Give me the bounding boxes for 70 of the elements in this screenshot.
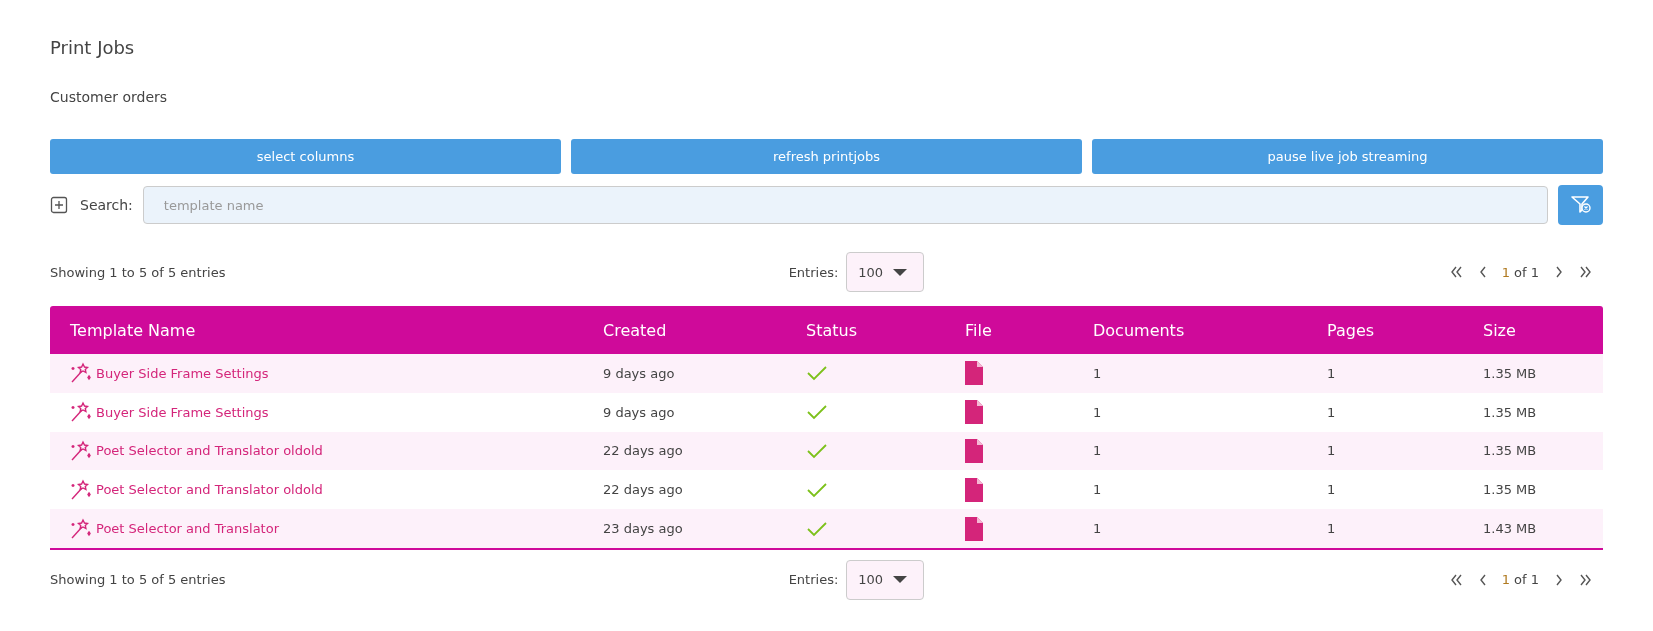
column-header[interactable]: Template Name	[50, 320, 583, 340]
table-cell-text: 1	[1092, 404, 1103, 420]
table-cell-text: 1	[1326, 482, 1337, 498]
file-icon[interactable]	[965, 477, 983, 502]
table-cell-text: 9 days ago	[602, 365, 676, 381]
page-title: Print Jobs	[50, 36, 136, 60]
table-cell-text: 1	[1092, 443, 1103, 459]
page-subtitle: Customer orders	[50, 88, 169, 106]
caret-icon	[892, 575, 908, 585]
action-button[interactable]: refresh printjobs	[571, 139, 1082, 174]
entries-label: Entries:	[788, 572, 839, 588]
entries-dropdown[interactable]: 100	[846, 560, 925, 600]
caret-icon	[892, 267, 908, 277]
file-icon[interactable]	[965, 439, 983, 463]
entries-label: Entries:	[788, 264, 839, 280]
magic-wand-icon	[70, 440, 92, 462]
action-button[interactable]: select columns	[50, 139, 561, 174]
table-row[interactable]: Poet Selector and Translator 23 days ago 1 1 1.43 MB	[50, 509, 1603, 548]
table-cell-text: 1.43 MB	[1482, 521, 1538, 537]
search-field[interactable]: template name	[142, 186, 1548, 224]
table-cell-text: 1.35 MB	[1482, 365, 1538, 381]
template-link[interactable]: Poet Selector and Translator	[96, 521, 279, 537]
entries-summary: Showing 1 to 5 of 5 entries	[50, 572, 226, 588]
table-cell-text: 9 days ago	[602, 404, 676, 420]
page-number: 1	[1501, 572, 1511, 588]
entries-summary: Showing 1 to 5 of 5 entries	[50, 264, 226, 280]
table-cell-text: 1	[1326, 404, 1337, 420]
file-icon[interactable]	[965, 516, 983, 541]
table-cell-text: 1.35 MB	[1482, 404, 1538, 420]
table-cell-text: 1	[1326, 443, 1337, 459]
column-header[interactable]: File	[945, 320, 1073, 340]
magic-wand-icon	[70, 517, 92, 540]
search-label: Search:	[80, 197, 133, 213]
table-cell-text: 22 days ago	[602, 443, 684, 459]
template-link[interactable]: Poet Selector and Translator oldold	[96, 443, 323, 459]
column-header[interactable]: Created	[583, 320, 786, 340]
table-row[interactable]: Buyer Side Frame Settings 9 days ago 1 1 1.35 MB	[50, 392, 1603, 432]
magic-wand-icon	[70, 478, 92, 501]
magic-wand-icon	[70, 401, 92, 424]
clear-filter-button[interactable]	[1558, 185, 1603, 225]
table-cell-text: 1.35 MB	[1482, 482, 1538, 498]
page-count: of 1	[1514, 264, 1539, 280]
expand-icon[interactable]	[50, 196, 68, 214]
column-header[interactable]: Size	[1463, 320, 1603, 340]
column-header[interactable]: Documents	[1073, 320, 1307, 340]
table-row[interactable]: Buyer Side Frame Settings 9 days ago 1 1 1.35 MB	[50, 354, 1603, 393]
table-cell-text: 1	[1326, 365, 1337, 381]
template-link[interactable]: Buyer Side Frame Settings	[96, 404, 269, 420]
magic-wand-icon	[70, 362, 92, 385]
table-cell-text: 1	[1092, 365, 1103, 381]
table-cell-text: 22 days ago	[602, 482, 684, 498]
template-link[interactable]: Buyer Side Frame Settings	[96, 365, 269, 381]
template-link[interactable]: Poet Selector and Translator oldold	[96, 482, 323, 498]
last-page-icon[interactable]	[1578, 572, 1593, 588]
table-cell-text: 1	[1092, 521, 1103, 537]
entries-dropdown[interactable]: 100	[846, 252, 925, 292]
page-count: of 1	[1514, 572, 1539, 588]
table-cell-text: 1	[1326, 521, 1337, 537]
column-header[interactable]: Status	[786, 320, 945, 340]
table-row[interactable]: Poet Selector and Translator oldold 22 days ago 1 1 1.35 MB	[50, 470, 1603, 510]
column-header[interactable]: Pages	[1307, 320, 1463, 340]
file-icon[interactable]	[965, 400, 983, 425]
table-cell-text: 1	[1092, 482, 1103, 498]
last-page-icon[interactable]	[1578, 264, 1593, 280]
action-button[interactable]: pause live job streaming	[1092, 139, 1603, 174]
table-cell-text: 1.35 MB	[1482, 443, 1538, 459]
page-number: 1	[1501, 264, 1511, 280]
file-icon[interactable]	[965, 361, 983, 386]
table-cell-text: 23 days ago	[602, 521, 684, 537]
table-row[interactable]: Poet Selector and Translator oldold 22 days ago 1 1 1.35 MB	[50, 431, 1603, 471]
